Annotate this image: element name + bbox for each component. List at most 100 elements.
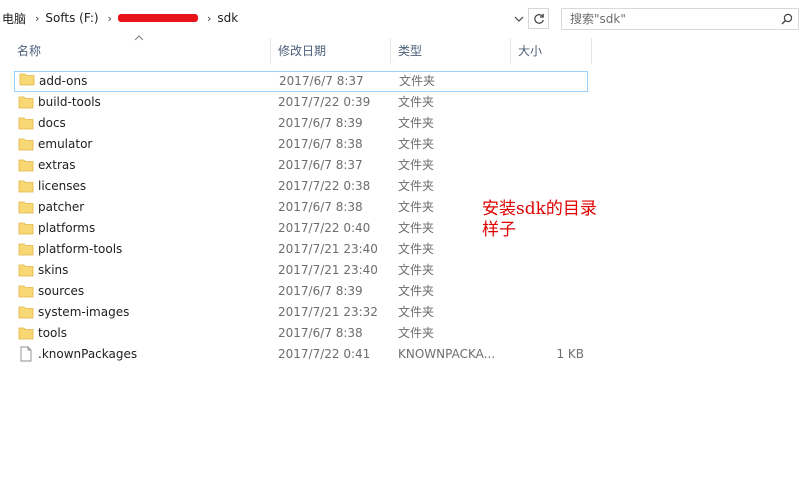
file-name: licenses [38,179,87,193]
file-name: extras [38,158,76,172]
file-size: 1 KB [556,347,584,361]
file-type: 文件夹 [398,200,435,214]
annotation-text: 安装sdk的目录样子 [482,199,597,240]
file-type: 文件夹 [398,158,435,172]
breadcrumb-current[interactable]: sdk [215,6,240,30]
file-date: 2017/6/7 8:39 [278,116,363,130]
file-date: 2017/6/7 8:38 [278,200,363,214]
file-size [518,239,584,260]
file-size [518,281,584,302]
file-name: emulator [38,137,93,151]
file-name: platform-tools [38,242,123,256]
list-item[interactable]: extras 2017/6/7 8:37 文件夹 [14,155,588,176]
file-type: 文件夹 [398,284,435,298]
redacted-folder [117,14,198,22]
folder-icon [18,117,34,130]
list-item[interactable]: docs 2017/6/7 8:39 文件夹 [14,113,588,134]
file-name: system-images [38,305,130,319]
file-type: KNOWNPACKA... [398,347,496,361]
list-item[interactable]: licenses 2017/7/22 0:38 文件夹 [14,176,588,197]
folder-icon [18,159,34,172]
list-item[interactable]: skins 2017/7/21 23:40 文件夹 [14,260,588,281]
column-header-size[interactable]: 大小 [515,38,591,64]
column-divider[interactable] [390,38,391,64]
file-size [518,113,584,134]
folder-icon [18,138,34,151]
file-date: 2017/7/22 0:40 [278,221,371,235]
file-name: add-ons [39,74,88,88]
file-type: 文件夹 [398,116,435,130]
breadcrumb-drive[interactable]: Softs (F:) [43,6,100,30]
file-size [518,323,584,344]
file-name: tools [38,326,67,340]
file-icon [20,346,32,362]
column-divider[interactable] [591,38,592,64]
file-size [518,302,584,323]
file-type: 文件夹 [398,263,435,277]
file-name: docs [38,116,66,130]
file-size [518,92,584,113]
folder-icon [18,264,34,277]
address-bar[interactable]: 电脑 › Softs (F:) › › sdk [0,6,550,30]
list-item[interactable]: platform-tools 2017/7/21 23:40 文件夹 [14,239,588,260]
search-box[interactable] [561,8,799,30]
refresh-button[interactable] [528,8,549,29]
file-size [518,134,584,155]
file-type: 文件夹 [398,95,435,109]
file-name: build-tools [38,95,101,109]
file-date: 2017/7/22 0:39 [278,95,371,109]
file-type: 文件夹 [398,137,435,151]
refresh-icon [533,13,544,24]
file-date: 2017/6/7 8:38 [278,326,363,340]
file-date: 2017/7/22 0:41 [278,347,371,361]
search-input[interactable] [562,9,776,29]
folder-icon [19,73,35,86]
list-item[interactable]: add-ons 2017/6/7 8:37 文件夹 [14,71,588,92]
chevron-down-icon [514,16,524,22]
file-name: patcher [38,200,85,214]
file-type: 文件夹 [398,221,435,235]
file-date: 2017/6/7 8:39 [278,284,363,298]
list-item[interactable]: system-images 2017/7/21 23:32 文件夹 [14,302,588,323]
breadcrumb-separator[interactable]: › [101,12,116,25]
column-header-date[interactable]: 修改日期 [275,38,393,64]
folder-icon [18,222,34,235]
file-type: 文件夹 [398,179,435,193]
file-size [519,71,585,92]
file-date: 2017/6/7 8:37 [279,74,364,88]
list-item[interactable]: build-tools 2017/7/22 0:39 文件夹 [14,92,588,113]
folder-icon [18,180,34,193]
column-header: 名称 修改日期 类型 大小 [14,38,592,64]
file-size [518,176,584,197]
file-name: sources [38,284,85,298]
folder-icon [18,96,34,109]
search-icon[interactable] [776,13,798,25]
folder-icon [18,243,34,256]
column-divider[interactable] [510,38,511,64]
list-item[interactable]: tools 2017/6/7 8:38 文件夹 [14,323,588,344]
file-size [518,155,584,176]
list-item[interactable]: sources 2017/6/7 8:39 文件夹 [14,281,588,302]
folder-icon [18,285,34,298]
file-type: 文件夹 [399,74,436,88]
file-date: 2017/6/7 8:37 [278,158,363,172]
file-date: 2017/7/21 23:32 [278,305,378,319]
file-name: skins [38,263,69,277]
file-type: 文件夹 [398,305,435,319]
file-name: .knownPackages [38,347,138,361]
breadcrumb-separator[interactable]: › [28,12,43,25]
breadcrumb-this-pc[interactable]: 电脑 [0,6,28,30]
file-type: 文件夹 [398,326,435,340]
file-date: 2017/7/21 23:40 [278,242,378,256]
file-date: 2017/7/21 23:40 [278,263,378,277]
list-item[interactable]: .knownPackages 2017/7/22 0:41 KNOWNPACKA… [14,344,588,365]
breadcrumb-separator[interactable]: › [200,12,215,25]
address-history-button[interactable] [509,8,529,30]
file-size [518,260,584,281]
column-header-type[interactable]: 类型 [395,38,513,64]
file-name: platforms [38,221,96,235]
file-date: 2017/7/22 0:38 [278,179,371,193]
list-item[interactable]: emulator 2017/6/7 8:38 文件夹 [14,134,588,155]
column-header-name[interactable]: 名称 [14,38,270,64]
column-divider[interactable] [270,38,271,64]
